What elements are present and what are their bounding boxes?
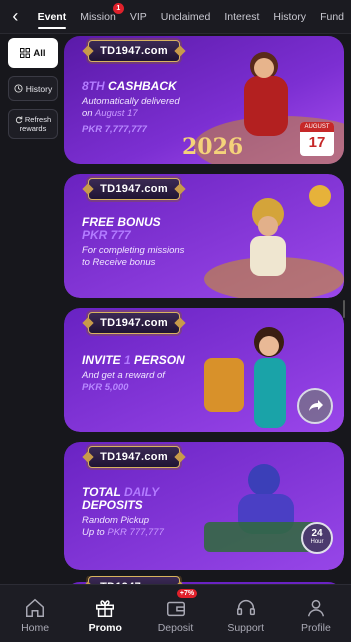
nav-promo-label: Promo [88, 622, 122, 634]
nav-promo[interactable]: Promo [70, 585, 140, 642]
tab-interest[interactable]: Interest [217, 0, 266, 34]
tab-unclaimed[interactable]: Unclaimed [154, 0, 218, 34]
tab-mission-label: Mission [80, 10, 116, 23]
brand-logo: TD1947.com [88, 40, 180, 62]
title-person: PERSON [134, 353, 185, 367]
history-button[interactable]: History [8, 76, 58, 101]
nav-deposit-label: Deposit [157, 622, 194, 634]
card-desc-2: to Receive bonus [82, 257, 156, 268]
title-invite: INVITE [82, 353, 121, 367]
tab-vip[interactable]: VIP [123, 0, 154, 34]
24-hour-badge: 24 Hour [301, 522, 333, 554]
card-desc-1: Automatically delivered [82, 96, 180, 107]
tab-fund[interactable]: Fund [313, 0, 351, 34]
card-desc-1: Random Pickup [82, 515, 150, 526]
refresh-icon [15, 115, 23, 123]
card-desc-1: For completing missions [82, 245, 185, 256]
nav-support[interactable]: Support [211, 585, 281, 642]
card-amount: PKR 7,777,777 [82, 124, 147, 135]
brand-logo: TD1947.com [88, 178, 180, 200]
desc-amount: PKR 777,777 [107, 527, 164, 538]
title-ordinal: 8th [82, 79, 105, 93]
refresh-label-2: rewards [19, 124, 47, 133]
grid-icon [20, 48, 31, 58]
tab-mission[interactable]: Mission 1 [73, 0, 124, 34]
title-daily: DAILY [124, 485, 160, 499]
card-subtitle: PKR 777 [82, 228, 131, 242]
card-desc-2: Up to PKR 777,777 [82, 527, 164, 538]
user-icon [307, 599, 324, 617]
promo-card-daily-deposits[interactable]: TD1947.com TOTAL DAILY DEPOSITS Random P… [64, 442, 344, 570]
nav-home[interactable]: Home [0, 585, 70, 642]
tab-bar: Event Mission 1 VIP Unclaimed Interest Hi… [31, 0, 351, 34]
refresh-label-1: Refresh [24, 115, 52, 124]
promo-card-invite[interactable]: TD1947.com INVITE 1 PERSON And get a rew… [64, 308, 344, 432]
nav-deposit[interactable]: +7% Deposit [140, 585, 210, 642]
share-arrow-icon [309, 400, 323, 411]
gift-icon [96, 600, 115, 617]
tab-history[interactable]: History [266, 0, 313, 34]
share-button[interactable] [297, 388, 333, 424]
brand-logo: TD1947.com [88, 312, 180, 334]
tab-event[interactable]: Event [31, 0, 74, 34]
calendar-month: AUGUST [300, 122, 334, 132]
top-bar: ‹ Event Mission 1 VIP Unclaimed Interest … [0, 0, 351, 34]
card-desc-2: on August 17 [82, 108, 138, 119]
history-label: History [25, 83, 53, 94]
year-text: 2026 [182, 134, 244, 160]
card-title: INVITE 1 PERSON [82, 354, 185, 367]
wallet-icon [166, 601, 185, 617]
title-main: CASHBACK [108, 79, 177, 93]
desc-upto: Up to [82, 527, 105, 538]
card-title-2: DEPOSITS [82, 498, 143, 512]
deposit-bonus-badge: +7% [176, 589, 198, 598]
calendar-day: 17 [308, 134, 326, 151]
scrollbar[interactable] [343, 300, 345, 318]
badge-number: 24 [311, 528, 323, 539]
brand-logo: TD1947.com [88, 446, 180, 468]
calendar-icon: AUGUST 17 [300, 122, 334, 156]
filter-all-label: All [33, 47, 46, 59]
promo-card-free-bonus[interactable]: TD1947.com FREE BONUS PKR 777 For comple… [64, 174, 344, 298]
filter-sidebar: All History Refresh rewards [8, 38, 60, 147]
headset-icon [236, 600, 255, 616]
desc-date: August 17 [94, 108, 138, 119]
refresh-rewards-button[interactable]: Refresh rewards [8, 109, 58, 139]
title-total: TOTAL [82, 485, 121, 499]
nav-profile[interactable]: Profile [281, 585, 351, 642]
desc-on: on [82, 108, 93, 119]
card-desc-1: And get a reward of [82, 370, 165, 381]
badge-unit: Hour [310, 539, 324, 545]
card-title: 8th CASHBACK [82, 80, 177, 93]
filter-all-button[interactable]: All [8, 38, 58, 68]
clock-icon [14, 84, 23, 93]
nav-profile-label: Profile [301, 622, 331, 634]
card-amount: PKR 5,000 [82, 382, 129, 393]
back-arrow-icon[interactable]: ‹ [0, 0, 31, 34]
promo-card-cashback[interactable]: TD1947.com 8th CASHBACK Automatically de… [64, 36, 344, 164]
title-number: 1 [124, 353, 131, 367]
bottom-nav: Home Promo +7% Deposit Support Profile [0, 584, 351, 642]
home-icon [26, 598, 45, 617]
nav-home-label: Home [21, 622, 50, 634]
nav-support-label: Support [227, 622, 265, 634]
